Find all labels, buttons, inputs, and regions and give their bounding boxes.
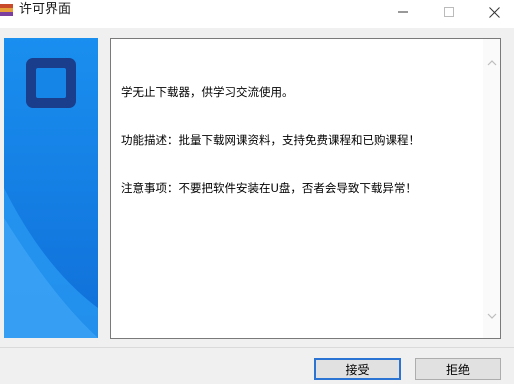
accept-button[interactable]: 接受 bbox=[314, 358, 401, 380]
logo-icon bbox=[26, 58, 76, 108]
license-line: 注意事项：不要把软件安装在U盘，否者会导致下载异常！ bbox=[121, 181, 417, 195]
chevron-up-icon bbox=[487, 59, 496, 65]
close-button[interactable] bbox=[471, 0, 514, 24]
minimize-icon bbox=[398, 11, 408, 13]
close-icon bbox=[488, 6, 500, 18]
minimize-button[interactable] bbox=[380, 0, 426, 24]
scroll-down-button[interactable] bbox=[483, 307, 500, 324]
maximize-button[interactable] bbox=[426, 0, 472, 24]
license-line: 学无止下载器，供学习交流使用。 bbox=[121, 85, 294, 99]
license-text: 学无止下载器，供学习交流使用。 功能描述：批量下载网课资料，支持免费课程和已购课… bbox=[121, 52, 481, 228]
scroll-up-button[interactable] bbox=[483, 54, 500, 71]
license-line: 功能描述：批量下载网课资料，支持免费课程和已购课程！ bbox=[121, 133, 420, 147]
vertical-scrollbar[interactable] bbox=[483, 39, 500, 338]
maximize-icon bbox=[444, 7, 454, 17]
app-icon bbox=[0, 3, 14, 17]
side-banner bbox=[4, 38, 98, 338]
reject-button[interactable]: 拒绝 bbox=[415, 358, 501, 380]
window-title: 许可界面 bbox=[19, 2, 72, 17]
title-bar: 许可界面 bbox=[0, 0, 514, 28]
chevron-down-icon bbox=[487, 313, 496, 319]
license-textbox[interactable]: 学无止下载器，供学习交流使用。 功能描述：批量下载网课资料，支持免费课程和已购课… bbox=[110, 38, 501, 339]
divider bbox=[0, 347, 514, 348]
